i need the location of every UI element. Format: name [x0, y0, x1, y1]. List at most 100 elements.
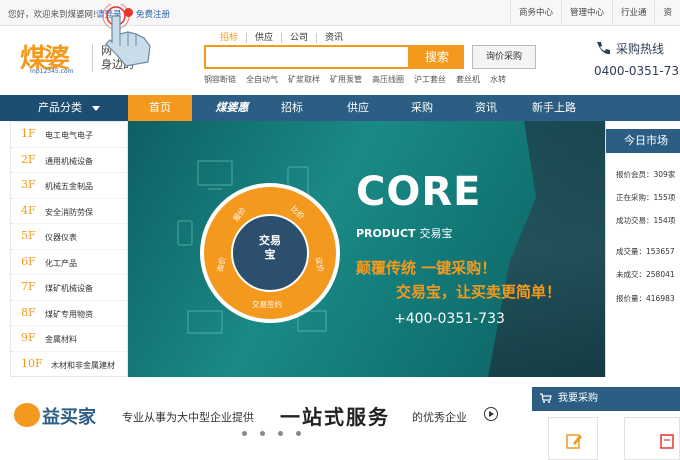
main-nav: 产品分类 首页 煤婆惠 招标 供应 采购 资讯 新手上路 — [0, 95, 680, 121]
market-title: 今日市场 — [606, 129, 680, 153]
category-label: 仪器仪表 — [45, 233, 77, 242]
hot-keyword[interactable]: 钢容断链 — [204, 74, 236, 85]
businessman-silhouette — [488, 121, 605, 377]
welcome-text: 您好，欢迎来到煤婆网! — [8, 10, 97, 20]
search-tab-company[interactable]: 公司 — [282, 33, 318, 43]
carousel-dot[interactable] — [278, 431, 283, 436]
top-links: 商务中心 管理中心 行业通 资 — [509, 0, 680, 26]
category-item[interactable]: 6F 化工产品 — [11, 250, 129, 275]
floor-number: 10F — [21, 356, 43, 370]
category-item[interactable]: 3F 机械五金制品 — [11, 173, 129, 199]
category-item[interactable]: 9F 金属材料 — [11, 326, 129, 352]
list-form-icon — [660, 434, 674, 449]
buy-panel-header[interactable]: 我要采购 — [532, 387, 680, 411]
yimaijia-logo[interactable]: 益买家 — [14, 401, 104, 429]
cycle-segment: 议价 — [313, 256, 326, 273]
carousel-dot[interactable] — [242, 431, 247, 436]
nav-bid[interactable]: 招标 — [264, 95, 320, 121]
banner-slogan-2: 交易宝，让买卖更简单！ — [396, 283, 562, 301]
nav-home[interactable]: 首页 — [128, 95, 192, 121]
floor-number: 2F — [21, 152, 36, 166]
category-item[interactable]: 2F 通用机械设备 — [11, 148, 129, 173]
hotline-number: 0400-0351-733 — [594, 64, 680, 78]
search-tab-bid[interactable]: 招标 — [212, 33, 248, 43]
search-tab-news[interactable]: 资讯 — [317, 33, 351, 43]
industry-link[interactable]: 行业通 — [611, 0, 655, 26]
category-label: 金属材料 — [45, 335, 77, 344]
category-sidebar: 1F 电工电气电子 2F 通用机械设备 3F 机械五金制品 4F 安全消防劳保 5F 仪器… — [10, 121, 129, 378]
buy-option-cell[interactable] — [548, 417, 598, 460]
banner-product-line: PRODUCT 交易宝 — [356, 225, 453, 241]
buy-option-cell[interactable] — [624, 417, 680, 460]
search-tabs: 招标 供应 公司 资讯 — [212, 33, 351, 43]
market-stat: 成交量：153657 — [616, 247, 675, 256]
arrow-right-circle-icon[interactable] — [484, 407, 498, 421]
hot-keyword[interactable]: 矿浆取样 — [288, 74, 320, 85]
site-logo[interactable]: 煤婆 mp12345.com — [20, 38, 86, 78]
product-category-label: 产品分类 — [38, 101, 82, 114]
more-link[interactable]: 资 — [654, 0, 680, 26]
hot-keyword[interactable]: 沪工套丝 — [414, 74, 446, 85]
promo-text-highlight: 一站式服务 — [280, 405, 390, 429]
search-tab-supply[interactable]: 供应 — [247, 33, 283, 43]
category-item[interactable]: 7F 煤矿机械设备 — [11, 275, 129, 301]
promo-text-3: 的优秀企业 — [412, 411, 467, 424]
phone-icon — [597, 42, 610, 55]
market-stat: 未成交：258041 — [616, 270, 675, 279]
management-center-link[interactable]: 管理中心 — [560, 0, 612, 26]
business-center-link[interactable]: 商务中心 — [509, 0, 561, 26]
page-root: 您好，欢迎来到煤婆网! 请登录 免费注册 商务中心 管理中心 行业通 资 煤婆 … — [0, 0, 680, 460]
category-label: 机械五金制品 — [45, 182, 93, 191]
nav-purchase[interactable]: 采购 — [394, 95, 450, 121]
hot-keywords: 钢容断链 全自动气 矿浆取样 矿用泵管 高压线圈 沪工套丝 套丝机 水转 — [204, 74, 506, 85]
logo-url: mp12345.com — [30, 68, 74, 75]
product-category-menu[interactable]: 产品分类 — [0, 95, 128, 121]
hot-keyword[interactable]: 水转 — [490, 74, 506, 85]
nav-meipohui[interactable]: 煤婆惠 — [200, 95, 264, 121]
floor-number: 6F — [21, 254, 36, 268]
nav-supply[interactable]: 供应 — [330, 95, 386, 121]
inquiry-purchase-button[interactable]: 询价采购 — [472, 45, 536, 69]
category-label: 煤矿机械设备 — [45, 284, 93, 293]
hot-keyword[interactable]: 高压线圈 — [372, 74, 404, 85]
category-item[interactable]: 4F 安全消防劳保 — [11, 199, 129, 224]
trade-core-label: 交易宝 — [259, 234, 281, 261]
category-item[interactable]: 5F 仪器仪表 — [11, 224, 129, 250]
hot-keyword[interactable]: 矿用泵管 — [330, 74, 362, 85]
search-button[interactable]: 搜索 — [410, 45, 464, 69]
promo-text-1: 专业从事为大中型企业提供 — [122, 411, 254, 424]
hot-keyword[interactable]: 套丝机 — [456, 74, 480, 85]
promo-strip: 益买家 专业从事为大中型企业提供 一站式服务 的优秀企业 我要采购 — [0, 377, 680, 460]
nav-news[interactable]: 资讯 — [458, 95, 514, 121]
search-input[interactable] — [204, 45, 410, 69]
floor-number: 4F — [21, 203, 36, 217]
floor-number: 3F — [21, 178, 36, 191]
category-item[interactable]: 10F 木材和非金属建材 — [11, 352, 129, 378]
category-label: 电工电气电子 — [45, 131, 93, 140]
category-item[interactable]: 8F 煤矿专用物资 — [11, 301, 129, 326]
category-label: 木材和非金属建材 — [51, 360, 115, 370]
chevron-down-icon — [92, 106, 100, 111]
yimaijia-logo-mark — [14, 403, 40, 427]
hero-banner[interactable]: 交易宝 报价 比价 询价 议价 交易签约 CORE PRODUCT 交易宝 颠覆传… — [128, 121, 605, 377]
floor-number: 9F — [21, 331, 36, 344]
hotline-label: 采购热线 — [616, 42, 665, 56]
hot-keyword[interactable]: 全自动气 — [246, 74, 278, 85]
hand-pointer-icon — [102, 4, 151, 67]
carousel-dot[interactable] — [260, 431, 265, 436]
market-stat: 成功交易：154项 — [616, 216, 676, 225]
category-item[interactable]: 1F 电工电气电子 — [11, 122, 129, 148]
cycle-segment: 交易签约 — [252, 300, 282, 309]
category-label: 煤矿专用物资 — [45, 309, 93, 319]
category-label: 安全消防劳保 — [45, 207, 93, 217]
edit-form-icon — [566, 434, 582, 449]
carousel-dot[interactable] — [296, 431, 301, 436]
category-label: 通用机械设备 — [45, 156, 93, 166]
banner-headline: CORE — [356, 169, 482, 215]
nav-beginner[interactable]: 新手上路 — [522, 95, 586, 121]
category-label: 化工产品 — [45, 258, 77, 268]
market-stat: 正在采购：155项 — [616, 193, 676, 202]
market-panel: 今日市场 报价会员：309家 正在采购：155项 成功交易：154项 成交量：1… — [605, 121, 680, 377]
market-stat: 报价会员：309家 — [616, 170, 676, 179]
banner-product: PRODUCT — [356, 227, 416, 240]
